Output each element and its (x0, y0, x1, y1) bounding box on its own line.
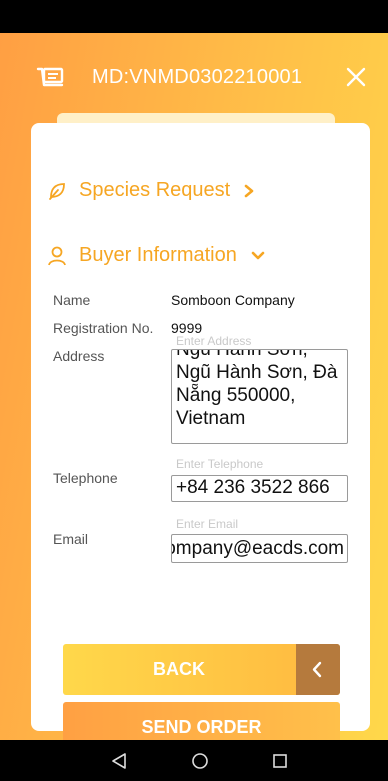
nav-home-icon[interactable] (191, 752, 209, 770)
address-placeholder: Enter Address (176, 334, 252, 348)
email-placeholder: Enter Email (176, 517, 239, 531)
system-nav-bar (0, 740, 388, 781)
telephone-label: Telephone (53, 470, 118, 486)
chevron-right-icon (244, 184, 254, 197)
status-bar (0, 0, 388, 33)
email-label: Email (53, 531, 89, 547)
address-input-text: Ngũ Hành Sơn, Ngũ Hành Sơn, Đà Nẵng 5500… (176, 349, 338, 429)
chevron-down-icon (251, 251, 265, 259)
address-input[interactable]: Ngũ Hành Sơn, Ngũ Hành Sơn, Đà Nẵng 5500… (171, 349, 348, 444)
buyer-information-section[interactable]: Buyer Information (47, 244, 265, 267)
cart-icon (36, 67, 64, 87)
telephone-input[interactable]: +84 236 3522 866 (171, 475, 348, 502)
back-button[interactable]: BACK (63, 644, 340, 695)
back-button-label: BACK (153, 659, 205, 679)
telephone-placeholder: Enter Telephone (176, 457, 264, 471)
close-icon[interactable] (345, 66, 367, 88)
nav-back-icon[interactable] (110, 752, 128, 770)
app-screen: MD:VNMD0302210001 Species Request Buyer … (0, 33, 388, 740)
chevron-left-icon (312, 661, 322, 678)
species-request-label: Species Request (79, 179, 231, 201)
buyer-information-label: Buyer Information (79, 244, 237, 266)
email-input-text: somboon.company@eacds.com (172, 538, 344, 559)
nav-recents-icon[interactable] (271, 752, 289, 770)
order-card: Species Request Buyer Information Name S… (31, 123, 370, 740)
send-order-button[interactable]: SEND ORDER (63, 702, 340, 740)
back-arrow-box (296, 644, 340, 695)
telephone-input-text: +84 236 3522 866 (176, 477, 330, 498)
leaf-icon (49, 182, 65, 200)
species-request-section[interactable]: Species Request (47, 179, 254, 202)
name-label: Name (53, 292, 91, 308)
registration-label: Registration No. (53, 320, 154, 336)
header: MD:VNMD0302210001 (0, 33, 388, 118)
name-value: Somboon Company (171, 292, 295, 308)
address-label: Address (53, 348, 105, 364)
user-icon (48, 246, 66, 265)
order-code-title: MD:VNMD0302210001 (92, 66, 303, 88)
email-input[interactable]: somboon.company@eacds.com (171, 534, 348, 563)
